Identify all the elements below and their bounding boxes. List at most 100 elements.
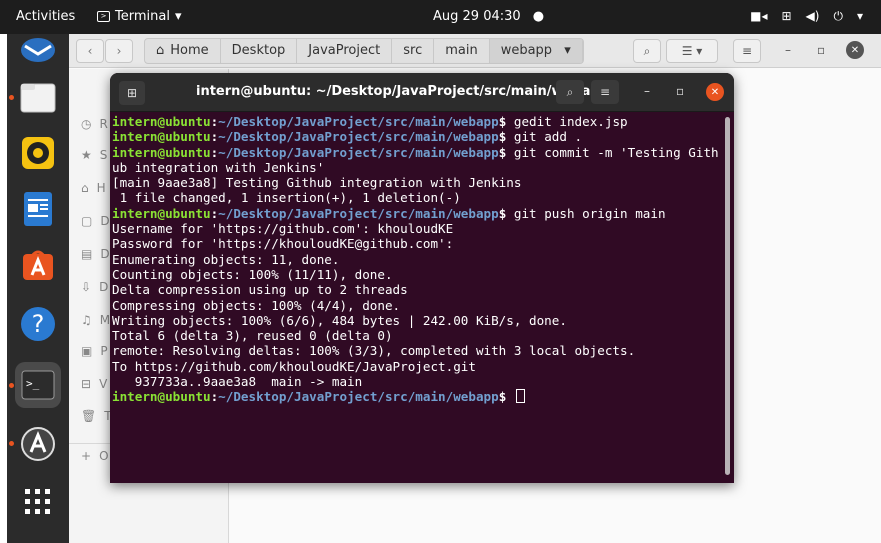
app-menu-label: Terminal <box>115 9 170 24</box>
camera-icon[interactable]: ■◂ <box>750 9 767 23</box>
line-text: 1 file changed, 1 insertion(+), 1 deleti… <box>112 190 461 206</box>
dock-update-manager[interactable] <box>15 421 61 467</box>
rhythmbox-icon <box>22 137 54 169</box>
clock[interactable]: Aug 29 04:30 ● <box>433 9 544 24</box>
dock-thunderbird[interactable] <box>15 28 61 74</box>
prompt-end: $ <box>498 205 514 221</box>
sidebar-item-videos[interactable]: ⊟ V <box>81 377 107 391</box>
prompt-path: ~/Desktop/JavaProject/src/main/webapp <box>218 389 499 405</box>
prompt-user: intern@ubuntu <box>112 205 211 221</box>
document-icon: ▤ <box>81 247 93 261</box>
back-button[interactable]: ‹ <box>76 39 104 63</box>
output-line: Total 6 (delta 3), reused 0 (delta 0) <box>112 328 722 343</box>
close-button[interactable]: ✕ <box>846 41 864 59</box>
line-text: 937733a..9aae3a8 main -> main <box>112 374 363 390</box>
sidebar-item-label: D <box>100 214 110 228</box>
maximize-icon[interactable]: ▫ <box>676 84 684 98</box>
menu-button[interactable]: ≡ <box>591 80 619 104</box>
crumb-javaproject[interactable]: JavaProject <box>297 39 393 63</box>
prompt-user: intern@ubuntu <box>112 114 211 129</box>
search-icon: ⌕ <box>566 84 574 99</box>
running-indicator-icon <box>9 383 14 388</box>
crumb-desktop[interactable]: Desktop <box>221 39 298 63</box>
download-icon: ⇩ <box>81 280 92 294</box>
caret-down-icon[interactable]: ▾ <box>857 9 863 23</box>
sidebar-item-pictures[interactable]: ▣ P <box>81 344 108 358</box>
dock-help[interactable]: ? <box>15 301 61 347</box>
clock-label: Aug 29 04:30 <box>433 9 521 24</box>
crumb-src[interactable]: src <box>392 39 435 63</box>
terminal-headerbar: ⊞ intern@ubuntu: ~/Desktop/JavaProject/s… <box>110 73 734 112</box>
prompt-line: intern@ubuntu:~/Desktop/JavaProject/src/… <box>112 145 722 160</box>
dock-software[interactable] <box>15 242 61 288</box>
trash-icon: 🗑 <box>81 409 97 423</box>
sidebar-item-label: S <box>99 148 108 162</box>
forward-button[interactable]: › <box>105 39 133 63</box>
dock-show-applications[interactable] <box>15 479 61 525</box>
caret-down-icon: ▾ <box>174 9 182 24</box>
sidebar-item-home[interactable]: ⌂ H <box>81 181 106 195</box>
sidebar-item-label: R <box>99 117 108 131</box>
chevron-left-icon: ‹ <box>87 44 93 58</box>
output-line: remote: Resolving deltas: 100% (3/3), co… <box>112 343 722 358</box>
sidebar-item-label: D <box>99 280 109 294</box>
dock-files[interactable] <box>15 74 61 120</box>
music-icon: ♫ <box>81 313 92 327</box>
software-store-icon <box>23 250 53 280</box>
sidebar-item-label: D <box>100 247 110 261</box>
terminal-output[interactable]: intern@ubuntu:~/Desktop/JavaProject/src/… <box>112 114 722 478</box>
system-tray[interactable]: ■◂ ⊞ ◀) ⏻ ▾ <box>750 9 863 23</box>
crumb-main[interactable]: main <box>434 39 490 63</box>
search-button[interactable]: ⌕ <box>556 80 584 104</box>
sidebar-item-music[interactable]: ♫ M <box>81 313 110 327</box>
sidebar-item-label: V <box>99 377 108 391</box>
minimize-icon[interactable]: – <box>785 43 791 57</box>
sidebar-item-starred[interactable]: ★ S <box>81 148 107 162</box>
volume-icon[interactable]: ◀) <box>806 9 820 23</box>
sidebar-item-desktop[interactable]: ▢ D <box>81 214 110 228</box>
minimize-icon[interactable]: – <box>644 84 650 98</box>
menu-button[interactable]: ≡ <box>733 39 761 63</box>
close-button[interactable]: ✕ <box>706 83 724 101</box>
network-icon[interactable]: ⊞ <box>781 9 791 23</box>
power-icon[interactable]: ⏻ <box>833 9 843 23</box>
top-bar: Activities > Terminal ▾ Aug 29 04:30 ● ■… <box>0 0 881 34</box>
dock-rhythmbox[interactable] <box>15 130 61 176</box>
chevron-right-icon: › <box>116 44 122 58</box>
hamburger-icon: ≡ <box>599 85 611 99</box>
maximize-icon[interactable]: ▫ <box>817 43 825 57</box>
dock-libreoffice-writer[interactable] <box>15 186 61 232</box>
sidebar-item-downloads[interactable]: ⇩ D <box>81 280 108 294</box>
sidebar-item-documents[interactable]: ▤ D <box>81 247 110 261</box>
view-toggle-button[interactable]: ☰ ▾ <box>666 39 718 63</box>
prompt-line: intern@ubuntu:~/Desktop/JavaProject/src/… <box>112 114 722 129</box>
line-text: Enumerating objects: 11, done. <box>112 251 340 267</box>
line-text: Delta compression using up to 2 threads <box>112 282 408 298</box>
search-button[interactable]: ⌕ <box>633 39 661 63</box>
dock-terminal[interactable]: >_ <box>15 362 61 408</box>
search-icon: ⌕ <box>643 43 651 58</box>
output-line: Password for 'https://khouloudKE@github.… <box>112 236 722 251</box>
home-icon: ⌂ <box>81 181 89 195</box>
app-menu[interactable]: > Terminal ▾ <box>97 9 181 24</box>
terminal-app-icon: > <box>97 11 110 22</box>
activities-button[interactable]: Activities <box>16 9 75 24</box>
prompt-line: intern@ubuntu:~/Desktop/JavaProject/src/… <box>112 389 722 404</box>
crumb-home[interactable]: ⌂ Home <box>145 39 221 63</box>
scrollbar[interactable] <box>725 117 730 475</box>
output-line: Enumerating objects: 11, done. <box>112 252 722 267</box>
plus-icon: + <box>81 449 92 463</box>
prompt-end: $ <box>498 114 514 129</box>
line-text: gedit index.jsp <box>513 114 628 129</box>
sidebar-item-trash[interactable]: 🗑 T <box>81 409 112 423</box>
crumb-webapp[interactable]: webapp ▾ <box>489 39 583 63</box>
line-text: Username for 'https://github.com': khoul… <box>112 221 454 237</box>
new-tab-button[interactable]: ⊞ <box>119 81 145 105</box>
crumb-label: Home <box>170 43 209 58</box>
svg-text:?: ? <box>32 310 45 338</box>
sidebar-item-label: H <box>96 181 106 195</box>
terminal-window[interactable]: ⊞ intern@ubuntu: ~/Desktop/JavaProject/s… <box>110 73 734 483</box>
prompt-path: ~/Desktop/JavaProject/src/main/webapp <box>218 205 499 221</box>
sidebar-item-recent[interactable]: ◷ R <box>81 117 108 131</box>
sidebar-item-other-locations[interactable]: + O <box>81 449 109 463</box>
